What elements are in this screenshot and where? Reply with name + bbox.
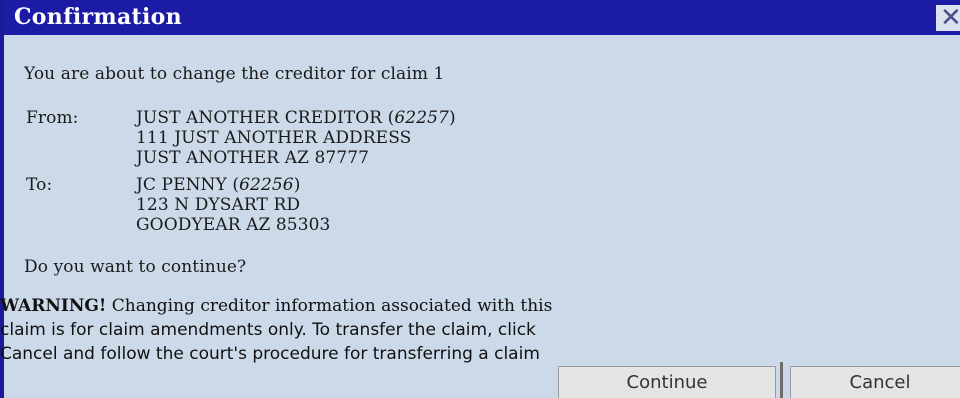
dialog-title: Confirmation (14, 4, 182, 30)
warning-line2: claim is for claim amendments only. To t… (0, 320, 536, 340)
close-icon[interactable]: ✕ (936, 5, 960, 31)
button-separator (780, 362, 783, 398)
to-address-line2: GOODYEAR AZ 85303 (136, 215, 331, 235)
continue-button[interactable]: Continue (558, 366, 776, 398)
confirmation-dialog: Confirmation ✕ You are about to change t… (0, 0, 960, 398)
to-creditor-name: JC PENNY (62256) (136, 175, 301, 195)
to-creditor-id: 62256 (239, 175, 294, 195)
warning-line1: Changing creditor information associated… (106, 296, 553, 316)
from-label: From: (26, 108, 79, 128)
warning-line3: Cancel and follow the court's procedure … (0, 344, 540, 364)
warning-text: WARNING! Changing creditor information a… (0, 294, 552, 366)
from-name: JUST ANOTHER CREDITOR (136, 108, 383, 128)
title-bar[interactable]: Confirmation (4, 0, 960, 35)
continue-question: Do you want to continue? (24, 257, 247, 277)
to-address-line1: 123 N DYSART RD (136, 195, 301, 215)
to-label: To: (26, 175, 53, 195)
cancel-button[interactable]: Cancel (790, 366, 960, 398)
from-address-line1: 111 JUST ANOTHER ADDRESS (136, 128, 412, 148)
to-name: JC PENNY (136, 175, 227, 195)
warning-label: WARNING! (0, 296, 107, 316)
from-creditor-name: JUST ANOTHER CREDITOR (62257) (136, 108, 456, 128)
from-address-line2: JUST ANOTHER AZ 87777 (136, 148, 370, 168)
intro-text: You are about to change the creditor for… (24, 64, 445, 84)
from-creditor-id: 62257 (394, 108, 449, 128)
